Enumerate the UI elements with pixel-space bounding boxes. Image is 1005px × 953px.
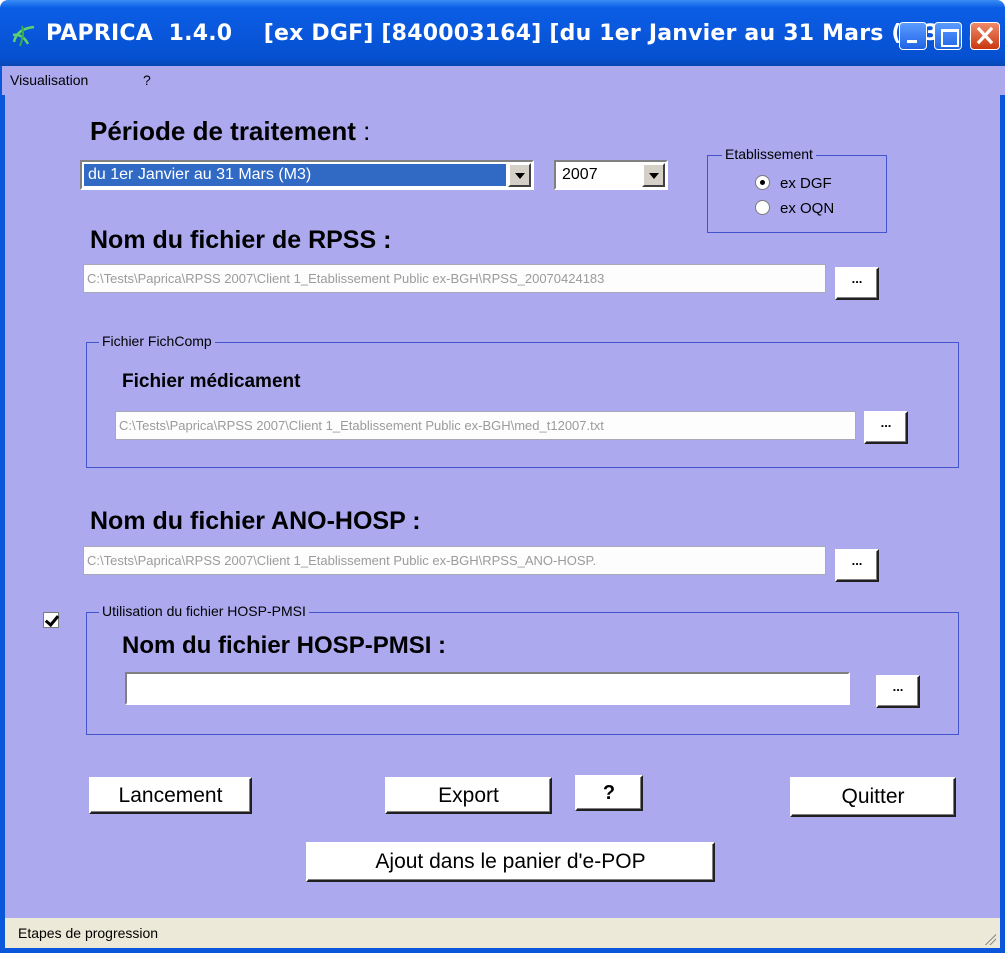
radio-ex-oqn[interactable] [755,200,770,215]
period-select[interactable]: du 1er Janvier au 31 Mars (M3) [80,160,534,190]
year-select[interactable]: 2007 [554,160,668,190]
menu-bar: Visualisation ? [0,66,1005,95]
quitter-button[interactable]: Quitter [790,777,956,817]
chevron-down-icon[interactable] [508,163,531,187]
rpss-label: Nom du fichier de RPSS : [90,226,392,254]
maximize-button[interactable] [934,22,962,50]
rpss-browse-button[interactable]: ... [835,267,879,300]
periode-label-suffix: : [355,116,371,146]
hosp-pmsi-browse-button[interactable]: ... [876,675,920,708]
export-button[interactable]: Export [385,777,552,814]
close-icon [976,26,994,45]
radio-ex-dgf-label[interactable]: ex DGF [780,175,832,192]
minimize-button[interactable] [899,22,927,50]
fichcomp-group: Fichier FichComp [86,333,959,468]
hosp-pmsi-path-field[interactable] [125,672,850,705]
ano-hosp-path-field[interactable]: C:\Tests\Paprica\RPSS 2007\Client 1_Etab… [83,546,826,575]
ano-hosp-browse-button[interactable]: ... [835,549,879,582]
etablissement-group: Etablissement [707,146,887,233]
menu-visualisation[interactable]: Visualisation [10,72,88,88]
radio-ex-dgf[interactable] [755,175,770,190]
period-select-value: du 1er Janvier au 31 Mars (M3) [84,164,506,186]
radio-ex-oqn-label[interactable]: ex OQN [780,200,834,217]
main-form: Période de traitement : du 1er Janvier a… [0,95,1005,918]
status-text: Etapes de progression [18,925,159,941]
hosp-pmsi-title: Utilisation du fichier HOSP-PMSI [99,603,309,619]
rpss-path-field[interactable]: C:\Tests\Paprica\RPSS 2007\Client 1_Etab… [83,264,826,293]
help-button[interactable]: ? [575,775,643,811]
title-bar[interactable]: PAPRICA 1.4.0 [ex DGF] [840003164] [du 1… [0,0,1005,66]
medicament-browse-button[interactable]: ... [864,411,908,444]
lancement-button[interactable]: Lancement [89,777,252,814]
status-bar: Etapes de progression [0,918,1005,953]
fichcomp-title: Fichier FichComp [99,333,215,349]
ano-hosp-label: Nom du fichier ANO-HOSP : [90,507,421,535]
year-select-value: 2007 [562,166,598,183]
periode-label: Période de traitement : [90,116,370,147]
chevron-down-icon[interactable] [642,163,665,187]
window-title: PAPRICA 1.4.0 [ex DGF] [840003164] [du 1… [46,21,994,46]
medicament-label: Fichier médicament [122,371,301,392]
resize-grip-icon[interactable] [982,931,996,945]
menu-help[interactable]: ? [143,72,151,88]
periode-label-text: Période de traitement [90,116,356,146]
paprica-app-icon [12,25,35,47]
medicament-path-field[interactable]: C:\Tests\Paprica\RPSS 2007\Client 1_Etab… [115,411,856,440]
paprica-window: PAPRICA 1.4.0 [ex DGF] [840003164] [du 1… [0,0,1005,953]
etablissement-title: Etablissement [722,146,816,162]
hosp-pmsi-label: Nom du fichier HOSP-PMSI : [122,632,447,659]
close-button[interactable] [970,22,1000,50]
hosp-pmsi-checkbox[interactable] [43,612,59,628]
ajout-panier-button[interactable]: Ajout dans le panier d'e-POP [306,842,715,882]
